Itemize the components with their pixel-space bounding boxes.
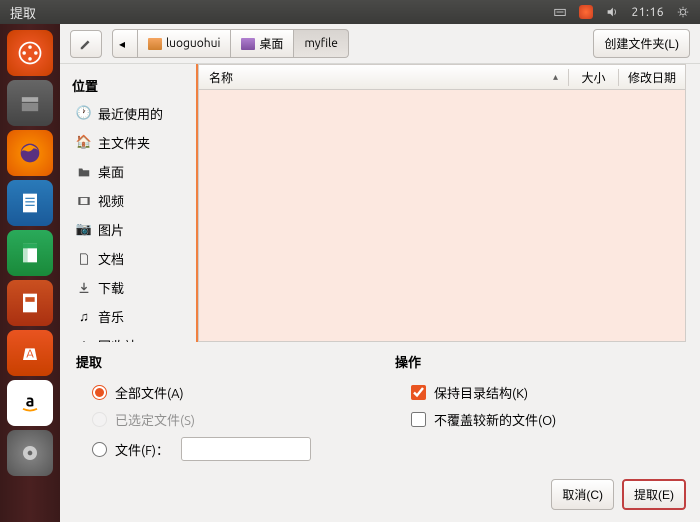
launcher-writer[interactable] xyxy=(7,180,53,226)
column-date[interactable]: 修改日期 xyxy=(619,69,685,86)
column-name[interactable]: 名称▴ xyxy=(199,69,569,86)
launcher-dash[interactable] xyxy=(7,30,53,76)
breadcrumb-root[interactable]: ◂ xyxy=(112,29,138,58)
create-folder-button[interactable]: 创建文件夹(L) xyxy=(593,29,690,58)
panel-indicators: 21:16 xyxy=(553,5,690,19)
radio-selected-files: 已选定文件(S) xyxy=(76,406,365,433)
breadcrumb: ◂ luoguohui 桌面 myfile xyxy=(112,29,349,58)
launcher: A a xyxy=(0,24,60,522)
breadcrumb-label: myfile xyxy=(304,37,337,50)
sidebar-label: 图片 xyxy=(98,220,124,239)
sidebar-item-music[interactable]: ♫ 音乐 xyxy=(72,302,192,331)
file-list-panel: 名称▴ 大小 修改日期 xyxy=(196,64,686,342)
svg-text:a: a xyxy=(26,393,35,411)
actions-section-header: 操作 xyxy=(395,352,684,371)
places-sidebar: 位置 🕐最近使用的 🏠主文件夹 桌面 视频 📷图片 文档 下载 ♫音乐 回收站 … xyxy=(60,64,196,342)
camera-icon: 📷 xyxy=(76,222,92,238)
breadcrumb-item-current[interactable]: myfile xyxy=(294,29,348,58)
clock-icon: 🕐 xyxy=(76,106,92,122)
extract-button[interactable]: 提取(E) xyxy=(622,479,686,510)
cancel-button[interactable]: 取消(C) xyxy=(551,479,614,510)
launcher-calc[interactable] xyxy=(7,230,53,276)
folder-icon xyxy=(76,164,92,180)
sidebar-label: 音乐 xyxy=(98,307,124,326)
breadcrumb-label: luoguohui xyxy=(166,37,220,50)
sidebar-item-downloads[interactable]: 下载 xyxy=(72,273,192,302)
sort-ascending-icon: ▴ xyxy=(553,71,558,83)
files-pattern-radio[interactable] xyxy=(92,442,107,457)
options-area: 提取 全部文件(A) 已选定文件(S) 文件(F)： 操作 保持目录结构(K) … xyxy=(60,342,700,471)
update-icon[interactable] xyxy=(579,5,593,19)
dialog-footer: 取消(C) 提取(E) xyxy=(60,471,700,522)
no-overwrite-checkbox[interactable] xyxy=(411,412,426,427)
sidebar-label: 最近使用的 xyxy=(98,104,163,123)
folder-icon xyxy=(241,38,255,50)
topbar: 提取 21:16 xyxy=(0,0,700,24)
window-title: 提取 xyxy=(10,3,553,22)
launcher-software[interactable]: A xyxy=(7,330,53,376)
places-header: 位置 xyxy=(72,72,192,99)
selected-files-radio xyxy=(92,412,107,427)
sidebar-item-desktop[interactable]: 桌面 xyxy=(72,157,192,186)
launcher-amazon[interactable]: a xyxy=(7,380,53,426)
doc-icon xyxy=(76,251,92,267)
sidebar-item-recent[interactable]: 🕐 最近使用的 xyxy=(72,99,192,128)
sidebar-item-trash[interactable]: 回收站 xyxy=(72,331,192,342)
gear-icon[interactable] xyxy=(676,5,690,19)
sidebar-item-pictures[interactable]: 📷 图片 xyxy=(72,215,192,244)
breadcrumb-item-desktop[interactable]: 桌面 xyxy=(231,29,294,58)
keep-structure-checkbox[interactable] xyxy=(411,385,426,400)
sidebar-label: 下载 xyxy=(98,278,124,297)
launcher-files[interactable] xyxy=(7,80,53,126)
all-files-radio[interactable] xyxy=(92,385,107,400)
checkbox-keep-structure[interactable]: 保持目录结构(K) xyxy=(395,379,684,406)
sidebar-label: 文档 xyxy=(98,249,124,268)
sidebar-label: 主文件夹 xyxy=(98,133,150,152)
edit-path-button[interactable] xyxy=(70,30,102,58)
launcher-impress[interactable] xyxy=(7,280,53,326)
music-icon: ♫ xyxy=(76,309,92,325)
dialog-content: ◂ luoguohui 桌面 myfile 创建文件夹(L) 位置 🕐 最近使用的… xyxy=(60,24,700,522)
breadcrumb-label: 桌面 xyxy=(259,35,283,52)
launcher-firefox[interactable] xyxy=(7,130,53,176)
extract-section-header: 提取 xyxy=(76,352,365,371)
home-icon: 🏠 xyxy=(76,135,92,151)
sidebar-item-home[interactable]: 🏠 主文件夹 xyxy=(72,128,192,157)
breadcrumb-item-home[interactable]: luoguohui xyxy=(138,29,231,58)
sound-icon[interactable] xyxy=(605,5,619,19)
launcher-settings[interactable] xyxy=(7,430,53,476)
video-icon xyxy=(76,193,92,209)
column-size[interactable]: 大小 xyxy=(569,69,619,86)
sidebar-label: 桌面 xyxy=(98,162,124,181)
file-list-body[interactable] xyxy=(198,90,686,342)
clock[interactable]: 21:16 xyxy=(631,6,664,19)
folder-icon xyxy=(148,38,162,50)
radio-all-files[interactable]: 全部文件(A) xyxy=(76,379,365,406)
checkbox-no-overwrite[interactable]: 不覆盖较新的文件(O) xyxy=(395,406,684,433)
sidebar-item-documents[interactable]: 文档 xyxy=(72,244,192,273)
keyboard-icon[interactable] xyxy=(553,5,567,19)
files-pattern-input[interactable] xyxy=(181,437,311,461)
sidebar-label: 视频 xyxy=(98,191,124,210)
file-column-headers: 名称▴ 大小 修改日期 xyxy=(198,64,686,90)
download-icon xyxy=(76,280,92,296)
location-toolbar: ◂ luoguohui 桌面 myfile 创建文件夹(L) xyxy=(60,24,700,64)
radio-files-pattern[interactable]: 文件(F)： xyxy=(76,433,365,465)
sidebar-item-videos[interactable]: 视频 xyxy=(72,186,192,215)
svg-text:A: A xyxy=(26,348,34,361)
